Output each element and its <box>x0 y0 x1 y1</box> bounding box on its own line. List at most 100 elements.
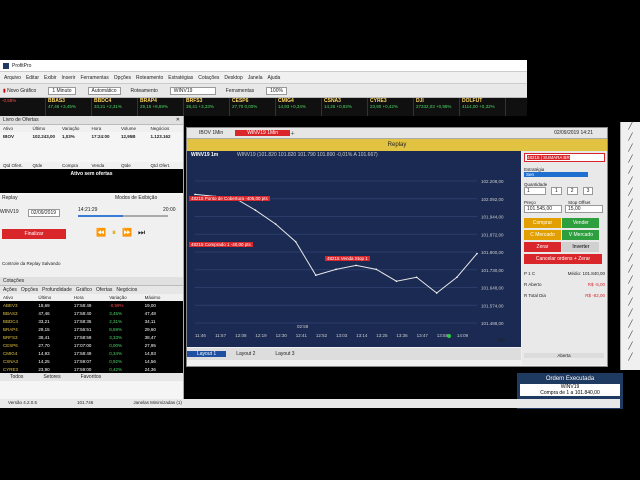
table-row[interactable]: BBDC4 33,21 17:58:35 2,31% 34,11 <box>0 317 183 325</box>
tab-4[interactable]: Ofertas <box>96 287 112 293</box>
close-icon[interactable]: ✕ <box>176 117 180 123</box>
ticker-item[interactable]: CMIG4 14,93 +0,34% <box>276 98 322 116</box>
line-icon[interactable]: ╱ <box>621 232 640 243</box>
menu-item[interactable]: Exibir <box>44 75 57 81</box>
layout-tab[interactable]: Layout 2 <box>226 351 265 357</box>
interval-select[interactable]: 1 Minuto <box>46 86 76 95</box>
line-icon[interactable]: ╱ <box>621 243 640 254</box>
cursor-icon[interactable]: ╱ <box>621 122 640 133</box>
tab-2[interactable]: Profundidade <box>42 287 72 293</box>
ticker-item[interactable]: BBDC4 33,21 +2,31% <box>92 98 138 116</box>
stop-offset-input[interactable]: 15,00 <box>565 205 603 213</box>
line-icon[interactable]: ╱ <box>621 320 640 331</box>
forward-icon[interactable]: ⏩ <box>122 228 132 238</box>
line-icon[interactable]: ╱ <box>621 353 640 364</box>
buy-button[interactable]: Comprar <box>524 218 561 228</box>
line-icon[interactable]: ╱ <box>621 133 640 144</box>
menu-item[interactable]: Cotações <box>198 75 219 81</box>
book-row[interactable]: IBOV 102.243,00 1,03% 17:24:00 12,95B 1.123.1… <box>0 132 183 140</box>
menu-item[interactable]: Ferramentas <box>80 75 108 81</box>
line-icon[interactable]: ╱ <box>621 210 640 221</box>
price-chart[interactable]: WINV19 1m WINV19 (101.820 101.820 101.79… <box>187 151 521 347</box>
line-icon[interactable]: ╱ <box>621 254 640 265</box>
add-tab-icon[interactable]: ＋ <box>290 130 295 137</box>
bottom-tab[interactable]: Favoritos <box>81 374 102 380</box>
table-row[interactable]: CMIG4 14,93 17:58:49 0,34% 14,93 <box>0 349 183 357</box>
rect-icon[interactable]: ╱ <box>621 199 640 210</box>
tools-button[interactable]: Ferramentas <box>226 88 254 94</box>
table-row[interactable]: BBAS3 47,46 17:58:40 3,45% 47,48 <box>0 309 183 317</box>
ticker-item[interactable]: CESP6 27,70 0,00% <box>230 98 276 116</box>
menu-item[interactable]: Inserir <box>62 75 76 81</box>
menu-item[interactable]: Opções <box>114 75 131 81</box>
line-icon[interactable]: ╱ <box>621 265 640 276</box>
line-icon[interactable]: ╱ <box>621 144 640 155</box>
bottom-tab[interactable]: Todos <box>10 374 23 380</box>
sell-button[interactable]: Vender <box>562 218 600 228</box>
cancel-zero-button[interactable]: Cancelar ordens + Zerar <box>524 254 602 264</box>
stop-marker[interactable]: 48215 Venda Stop 1 <box>325 256 370 261</box>
line-icon[interactable]: ╱ <box>621 331 640 342</box>
layout-tab[interactable]: Layout 3 <box>265 351 304 357</box>
menu-item[interactable]: Desktop <box>224 75 242 81</box>
ticker-item[interactable]: BRAP4 29,15 +8,69% <box>138 98 184 116</box>
qty-2-button[interactable]: 2 <box>566 187 578 195</box>
line-icon[interactable]: ╱ <box>621 287 640 298</box>
asset-input[interactable]: WINV19 <box>168 86 216 95</box>
finish-button[interactable]: Finalizar <box>2 229 66 239</box>
account-select[interactable]: 48215 | SUMARA BR <box>524 153 605 162</box>
line-icon[interactable]: ╱ <box>621 155 640 166</box>
menu-item[interactable]: Ajuda <box>267 75 280 81</box>
table-row[interactable]: CYRE3 23,90 17:59:00 0,42% 24,36 <box>0 365 183 373</box>
buy-marker[interactable]: 48215 Comprado 1 -40,00 pts <box>189 242 253 247</box>
rewind-icon[interactable]: ⏪ <box>96 228 106 238</box>
replay-date-input[interactable]: 02/09/2019 <box>28 209 60 217</box>
tab-1[interactable]: Opções <box>21 287 38 293</box>
bottom-tab[interactable]: Setores <box>43 374 60 380</box>
step-icon[interactable]: ⏭ <box>138 228 145 238</box>
qty-1-button[interactable]: 1 <box>551 187 562 195</box>
line-icon[interactable]: ╱ <box>621 298 640 309</box>
zero-button[interactable]: Zerar <box>524 242 561 252</box>
ticker-item[interactable]: CSNA3 14,25 +0,92% <box>322 98 368 116</box>
auto-select[interactable]: Automático <box>86 86 121 95</box>
menu-item[interactable]: Arquivo <box>4 75 21 81</box>
ticker-item[interactable]: BRFS3 38,41 +3,33% <box>184 98 230 116</box>
table-row[interactable]: CSNA3 14,25 17:59:07 0,92% 14,56 <box>0 357 183 365</box>
menu-item[interactable]: Estratégias <box>168 75 193 81</box>
table-row[interactable]: BRFS3 38,41 17:58:59 3,33% 38,47 <box>0 333 183 341</box>
ruler-icon[interactable]: ╱ <box>621 188 640 199</box>
tab-0[interactable]: Ações <box>3 287 17 293</box>
tab-ibov[interactable]: IBOV 1Min <box>187 130 235 136</box>
menu-item[interactable]: Roteamento <box>136 75 163 81</box>
line-icon[interactable]: ╱ <box>621 221 640 232</box>
fibonacci-icon[interactable]: ╱ <box>621 177 640 188</box>
qty-3-button[interactable]: 3 <box>582 187 594 195</box>
tab-5[interactable]: Negócios <box>116 287 137 293</box>
ticker-item[interactable]: DOLFUT 4114,00 +0,32% <box>460 98 506 116</box>
line-icon[interactable]: ╱ <box>621 342 640 353</box>
new-chart-button[interactable]: ▮ Novo Gráfico <box>3 88 36 94</box>
ticker-item[interactable]: BBAS3 47,46 +3,45% <box>46 98 92 116</box>
text-icon[interactable]: ╱ <box>621 166 640 177</box>
menu-item[interactable]: Janela <box>248 75 263 81</box>
tab-winv19[interactable]: WINV19 1Min <box>235 130 291 136</box>
line-icon[interactable]: ╱ <box>621 276 640 287</box>
table-row[interactable]: BRAP4 29,15 17:56:51 8,69% 29,60 <box>0 325 183 333</box>
replay-slider[interactable] <box>78 215 168 217</box>
routing-button[interactable]: Roteamento <box>131 88 158 94</box>
ticker-item[interactable]: DJI 27332,03 +0,98% <box>414 98 460 116</box>
ticker-item[interactable]: CYRE3 23,90 +0,42% <box>368 98 414 116</box>
table-row[interactable]: CESP6 27,70 17:07:00 0,00% 27,95 <box>0 341 183 349</box>
tab-3[interactable]: Gráfico <box>76 287 92 293</box>
line-icon[interactable]: ╱ <box>621 309 640 320</box>
table-row[interactable]: ABEV3 18,69 17:58:49 -0,59% 19,00 <box>0 301 183 309</box>
menu-item[interactable]: Editar <box>26 75 39 81</box>
ticker-item[interactable]: -0,58% <box>0 98 46 116</box>
layout-tab[interactable]: Layout 1 <box>187 351 227 357</box>
pause-icon[interactable]: ⏸ <box>112 228 116 238</box>
market-buy-button[interactable]: C Mercado <box>524 230 561 240</box>
market-sell-button[interactable]: V Mercado <box>562 230 600 240</box>
price-input[interactable]: 101.545,00 <box>524 205 562 213</box>
qty-input[interactable]: 1 <box>524 187 546 195</box>
